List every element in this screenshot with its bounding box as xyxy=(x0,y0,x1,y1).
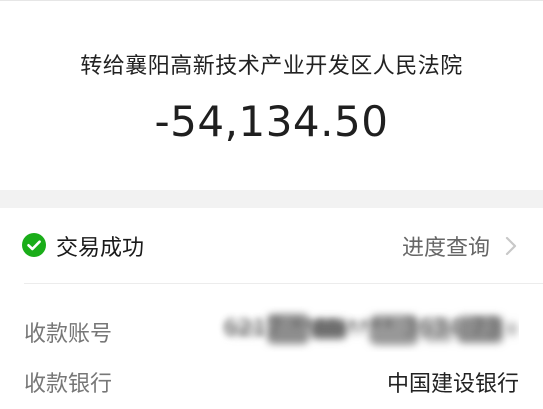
check-circle-icon xyxy=(22,233,46,257)
account-row: 收款账号 6217 **** **** 3634 73 xyxy=(24,312,519,352)
chevron-right-icon xyxy=(505,236,517,256)
transfer-amount: -54,134.50 xyxy=(154,97,389,146)
progress-query-link[interactable]: 进度查询 xyxy=(402,228,518,264)
account-label: 收款账号 xyxy=(24,322,113,347)
bank-label: 收款银行 xyxy=(24,372,113,397)
status-row: 交易成功 进度查询 xyxy=(0,208,543,284)
account-value-blurred: 6217 **** **** 3634 73 xyxy=(219,306,519,352)
transfer-summary-card: 转给襄阳高新技术产业开发区人民法院 -54,134.50 xyxy=(0,0,543,190)
divider xyxy=(24,283,543,284)
transaction-status: 交易成功 xyxy=(56,236,145,261)
bank-value: 中国建设银行 xyxy=(386,372,519,397)
bank-row: 收款银行 中国建设银行 xyxy=(24,362,519,402)
account-value: 6217 **** **** 3634 73 xyxy=(223,316,501,341)
recipient-title: 转给襄阳高新技术产业开发区人民法院 xyxy=(80,54,463,79)
transaction-detail-card: 交易成功 进度查询 收款账号 6217 **** **** 3634 73 收款… xyxy=(0,208,543,409)
progress-query-label: 进度查询 xyxy=(401,236,490,261)
